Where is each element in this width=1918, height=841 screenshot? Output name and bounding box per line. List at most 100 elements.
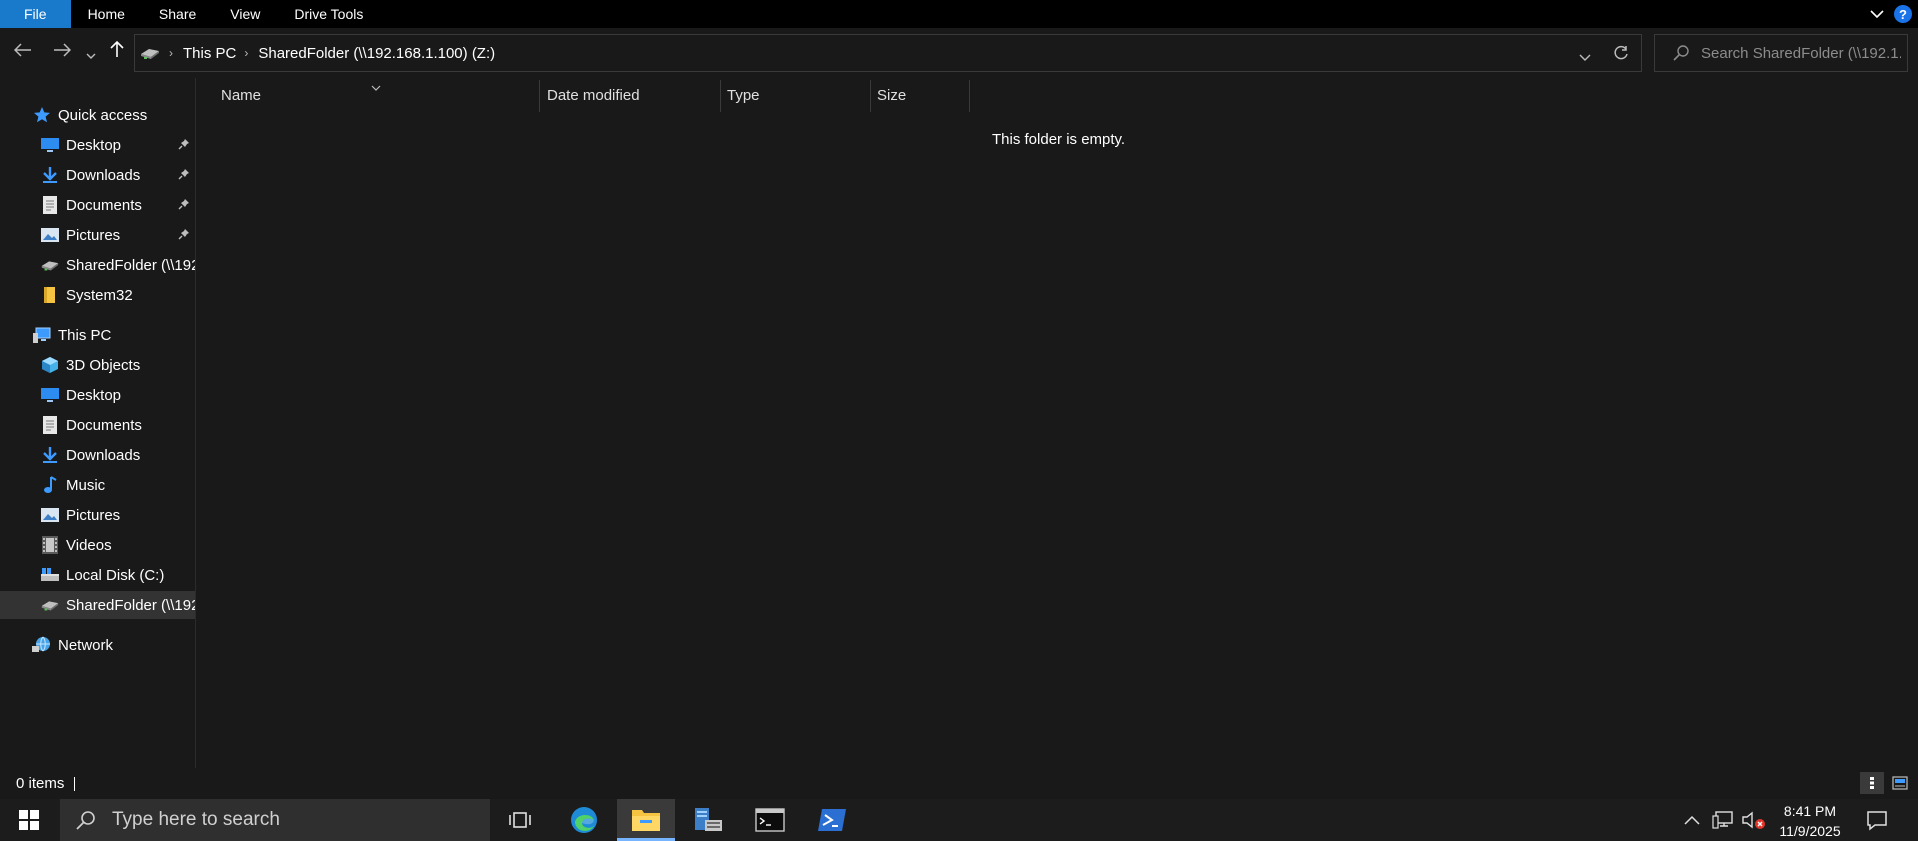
nav-label: SharedFolder (\\192 [66, 256, 196, 274]
breadcrumb-this-pc[interactable]: This PC [183, 45, 236, 62]
nav-pc-videos[interactable]: Videos [0, 531, 195, 559]
recent-locations-chevron-icon[interactable] [86, 44, 96, 64]
search-icon [1673, 45, 1689, 61]
nav-pc-shared-folder[interactable]: SharedFolder (\\192 [0, 591, 196, 619]
column-divider[interactable] [870, 80, 871, 112]
back-arrow-icon[interactable] [13, 41, 32, 61]
ribbon-right-controls: ? [1870, 0, 1918, 28]
nav-pc-3d-objects[interactable]: 3D Objects [0, 351, 195, 379]
desktop-icon [40, 386, 60, 404]
large-icons-view-icon[interactable] [1888, 772, 1912, 794]
breadcrumb-separator-icon[interactable]: › [244, 46, 248, 60]
breadcrumb-separator-icon[interactable]: › [169, 46, 173, 60]
edge-taskbar-button[interactable] [555, 799, 613, 841]
task-view-button[interactable] [491, 799, 549, 841]
nav-label: Downloads [66, 446, 141, 464]
downloads-icon [40, 446, 60, 464]
nav-label: Documents [66, 196, 142, 214]
tab-share[interactable]: Share [142, 0, 213, 28]
column-header-name[interactable]: Name [221, 78, 533, 112]
file-list[interactable]: Name Date modified Type Size This folder… [197, 78, 1918, 768]
search-input[interactable] [1701, 44, 1901, 62]
documents-icon [40, 196, 60, 214]
powershell-icon [817, 808, 847, 832]
nav-label: Music [66, 476, 106, 494]
nav-label: Pictures [66, 506, 121, 524]
nav-pc-local-disk[interactable]: Local Disk (C:) [0, 561, 195, 589]
this-pc-icon [32, 326, 52, 344]
status-bar: 0 items [0, 768, 1918, 799]
nav-quick-desktop[interactable]: Desktop [0, 131, 195, 159]
taskbar-search-placeholder: Type here to search [112, 809, 280, 830]
address-history-chevron-icon[interactable] [1579, 49, 1591, 66]
tab-drive-tools[interactable]: Drive Tools [277, 0, 380, 28]
pin-icon[interactable] [178, 168, 190, 183]
nav-label: Desktop [66, 386, 122, 404]
tab-view[interactable]: View [213, 0, 277, 28]
nav-label: Videos [66, 536, 112, 554]
nav-label: Desktop [66, 136, 122, 154]
nav-quick-shared-folder[interactable]: SharedFolder (\\192 [0, 251, 196, 279]
view-buttons [1860, 772, 1912, 794]
show-hidden-icons-icon[interactable] [1684, 799, 1700, 841]
desktop-icon [40, 136, 60, 154]
status-divider [74, 776, 76, 791]
file-explorer-icon [631, 806, 661, 832]
network-drive-icon [139, 46, 161, 60]
nav-label: SharedFolder (\\192 [66, 596, 196, 614]
volume-muted-icon[interactable] [1742, 799, 1766, 841]
address-bar[interactable]: › This PC › SharedFolder (\\192.168.1.10… [134, 34, 1642, 72]
pictures-icon [40, 226, 60, 244]
nav-pc-desktop[interactable]: Desktop [0, 381, 195, 409]
nav-label: Local Disk (C:) [66, 566, 165, 584]
nav-label: This PC [58, 326, 112, 344]
forward-arrow-icon[interactable] [53, 41, 72, 61]
server-manager-taskbar-button[interactable] [679, 799, 737, 841]
refresh-icon[interactable] [1613, 45, 1629, 65]
command-prompt-taskbar-button[interactable] [741, 799, 799, 841]
nav-pc-music[interactable]: Music [0, 471, 195, 499]
nav-this-pc[interactable]: This PC [0, 321, 195, 349]
details-view-icon[interactable] [1860, 772, 1884, 794]
nav-quick-access[interactable]: Quick access [0, 101, 195, 129]
expand-ribbon-icon[interactable] [1870, 6, 1884, 23]
nav-network[interactable]: Network [0, 631, 195, 659]
tab-file[interactable]: File [0, 0, 71, 28]
file-explorer-taskbar-button[interactable] [617, 799, 675, 841]
network-drive-icon [40, 256, 60, 274]
powershell-taskbar-button[interactable] [803, 799, 861, 841]
column-header-size[interactable]: Size [877, 78, 967, 112]
pin-icon[interactable] [178, 138, 190, 153]
command-prompt-icon [755, 808, 785, 832]
network-status-icon[interactable] [1712, 799, 1734, 841]
empty-folder-message: This folder is empty. [992, 131, 1126, 148]
server-manager-icon [693, 806, 723, 834]
edge-icon [569, 805, 599, 835]
column-divider[interactable] [539, 80, 540, 112]
taskbar-clock[interactable]: 8:41 PM 11/9/2025 [1766, 801, 1854, 841]
taskbar-search-box[interactable]: Type here to search [60, 799, 490, 841]
up-arrow-icon[interactable] [110, 40, 124, 62]
column-header-type[interactable]: Type [727, 78, 867, 112]
network-drive-icon [40, 596, 60, 614]
pin-icon[interactable] [178, 198, 190, 213]
column-divider[interactable] [969, 80, 970, 112]
nav-pc-downloads[interactable]: Downloads [0, 441, 195, 469]
column-header-date-modified[interactable]: Date modified [547, 78, 717, 112]
column-divider[interactable] [720, 80, 721, 112]
tab-home[interactable]: Home [71, 0, 142, 28]
start-button[interactable] [0, 799, 58, 841]
nav-pc-pictures[interactable]: Pictures [0, 501, 195, 529]
breadcrumb-shared-folder[interactable]: SharedFolder (\\192.168.1.100) (Z:) [258, 45, 495, 62]
nav-label: 3D Objects [66, 356, 141, 374]
action-center-icon[interactable] [1866, 799, 1888, 841]
search-box[interactable] [1654, 34, 1908, 72]
help-icon[interactable]: ? [1894, 5, 1912, 23]
nav-quick-pictures[interactable]: Pictures [0, 221, 195, 249]
nav-quick-downloads[interactable]: Downloads [0, 161, 195, 189]
nav-pc-documents[interactable]: Documents [0, 411, 195, 439]
nav-quick-system32[interactable]: System32 [0, 281, 195, 309]
pin-icon[interactable] [178, 228, 190, 243]
nav-quick-documents[interactable]: Documents [0, 191, 195, 219]
taskbar-search-icon [76, 810, 96, 830]
